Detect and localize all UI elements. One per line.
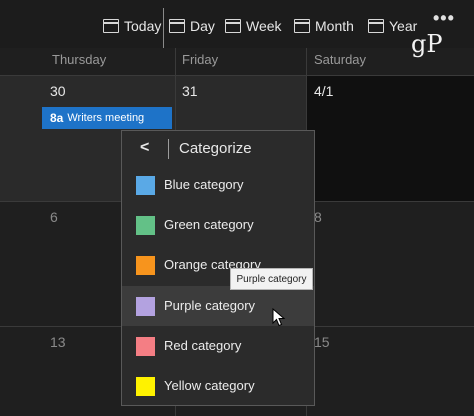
day-header-friday: Friday — [182, 52, 219, 67]
day-view-button[interactable]: Day — [169, 14, 215, 38]
blue-swatch-icon — [136, 176, 155, 195]
header-separator — [168, 139, 169, 159]
year-view-button[interactable]: Year — [368, 14, 417, 38]
today-button[interactable]: Today — [103, 14, 161, 38]
today-label: Today — [124, 18, 162, 34]
menu-item-blue-category[interactable]: Blue category — [122, 165, 314, 205]
menu-item-label: Green category — [164, 217, 254, 232]
date-label: 8 — [314, 209, 322, 225]
week-view-button[interactable]: Week — [225, 14, 282, 38]
event-title: Writers meeting — [67, 112, 145, 124]
orange-swatch-icon — [136, 256, 155, 275]
yellow-swatch-icon — [136, 377, 155, 396]
menu-title: Categorize — [179, 140, 252, 157]
menu-item-yellow-category[interactable]: Yellow category — [122, 366, 314, 406]
mouse-cursor-icon — [272, 308, 286, 327]
month-label: Month — [315, 18, 354, 34]
date-label: 31 — [182, 83, 198, 99]
week-calendar-icon — [225, 19, 241, 33]
date-label: 4/1 — [314, 83, 334, 99]
date-label: 13 — [50, 334, 66, 350]
date-label: 6 — [50, 209, 58, 225]
menu-header: < Categorize — [122, 131, 314, 167]
toolbar: Today Day Week Month Year ••• — [0, 0, 474, 48]
menu-item-red-category[interactable]: Red category — [122, 326, 314, 366]
back-chevron-icon[interactable]: < — [140, 139, 149, 157]
day-header-saturday: Saturday — [314, 52, 367, 67]
menu-item-label: Purple category — [164, 298, 256, 313]
calendar-event[interactable]: 8a Writers meeting — [42, 107, 172, 129]
day-label: Day — [190, 18, 215, 34]
date-label: 15 — [314, 334, 330, 350]
menu-item-label: Red category — [164, 338, 242, 353]
red-swatch-icon — [136, 337, 155, 356]
event-time: 8a — [50, 111, 64, 125]
green-swatch-icon — [136, 216, 155, 235]
today-icon — [103, 19, 119, 33]
menu-item-green-category[interactable]: Green category — [122, 205, 314, 245]
day-calendar-icon — [169, 19, 185, 33]
month-view-button[interactable]: Month — [294, 14, 354, 38]
date-label: 30 — [50, 83, 66, 99]
week-label: Week — [246, 18, 282, 34]
year-calendar-icon — [368, 19, 384, 33]
tooltip: Purple category — [230, 268, 313, 290]
day-header-thursday: Thursday — [52, 52, 107, 67]
watermark-logo: gP — [411, 30, 443, 58]
purple-swatch-icon — [136, 297, 155, 316]
month-calendar-icon — [294, 19, 310, 33]
menu-item-label: Yellow category — [164, 378, 255, 393]
more-options-icon[interactable]: ••• — [433, 8, 455, 29]
toolbar-separator — [163, 8, 164, 48]
menu-item-label: Blue category — [164, 177, 244, 192]
grid-line — [0, 75, 474, 76]
